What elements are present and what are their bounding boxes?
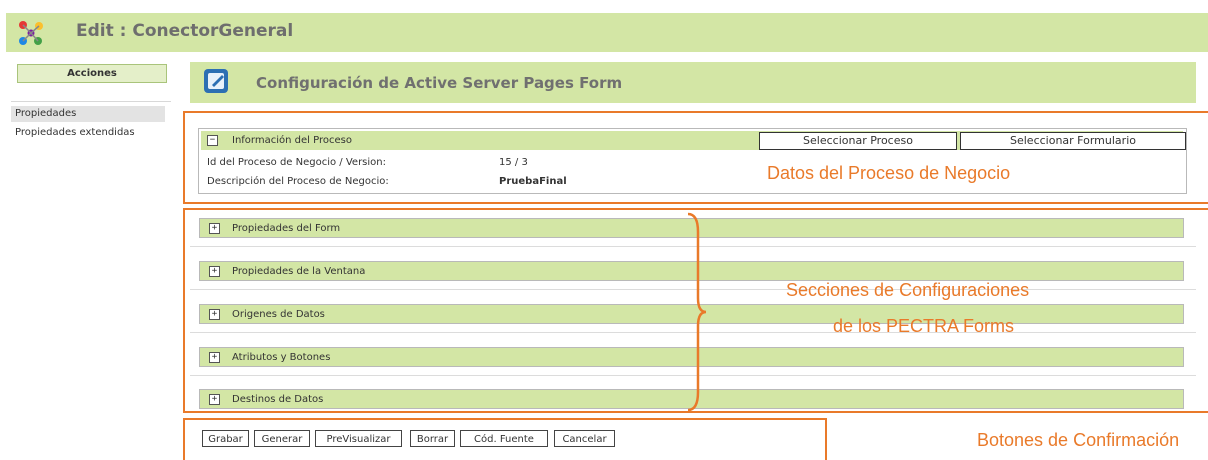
annotation-botones: Botones de Confirmación xyxy=(977,430,1180,450)
page-header: Configuración de Active Server Pages For… xyxy=(190,62,1196,103)
brace-icon xyxy=(687,212,707,412)
section-label: Propiedades de la Ventana xyxy=(232,266,366,277)
page-title: Configuración de Active Server Pages For… xyxy=(256,74,623,92)
grabar-button[interactable]: Grabar xyxy=(202,430,249,447)
sidebar-item-propiedades[interactable]: Propiedades xyxy=(11,106,165,122)
title-bar: Edit : ConectorGeneral xyxy=(6,13,1208,52)
process-info-bar: − Información del Proceso Seleccionar Pr… xyxy=(201,131,1186,150)
section-label: Propiedades del Form xyxy=(232,223,341,234)
annotation-secciones-2: de los PECTRA Forms xyxy=(833,316,1015,336)
expand-icon[interactable]: + xyxy=(209,352,220,363)
process-info-panel: − Información del Proceso Seleccionar Pr… xyxy=(198,128,1187,194)
process-id-label: Id del Proceso de Negocio / Version: xyxy=(207,157,386,168)
expand-icon[interactable]: + xyxy=(209,266,220,277)
cancelar-button[interactable]: Cancelar xyxy=(554,430,615,447)
select-process-button[interactable]: Seleccionar Proceso xyxy=(759,132,957,150)
section-label: Destinos de Datos xyxy=(232,394,324,405)
expand-icon[interactable]: + xyxy=(209,394,220,405)
section-label: Atributos y Botones xyxy=(232,352,331,363)
process-info-label: Información del Proceso xyxy=(232,135,352,146)
window-title: Edit : ConectorGeneral xyxy=(76,21,294,41)
sidebar-divider xyxy=(11,101,171,102)
collapse-icon[interactable]: − xyxy=(207,135,218,146)
section-label: Origenes de Datos xyxy=(232,309,325,320)
expand-icon[interactable]: + xyxy=(209,223,220,234)
edit-form-icon xyxy=(204,69,228,93)
actions-header: Acciones xyxy=(17,64,167,83)
select-form-button[interactable]: Seleccionar Formulario xyxy=(960,132,1186,150)
expand-icon[interactable]: + xyxy=(209,309,220,320)
process-id-value: 15 / 3 xyxy=(499,157,528,168)
generar-button[interactable]: Generar xyxy=(254,430,310,447)
annotation-datos: Datos del Proceso de Negocio xyxy=(767,163,1011,183)
sidebar-item-propiedades-extendidas[interactable]: Propiedades extendidas xyxy=(11,125,165,141)
borrar-button[interactable]: Borrar xyxy=(410,430,455,447)
annotation-secciones-1: Secciones de Configuraciones xyxy=(786,280,1030,300)
app-logo-icon xyxy=(19,21,43,45)
previsualizar-button[interactable]: PreVisualizar xyxy=(315,430,402,447)
cod-fuente-button[interactable]: Cód. Fuente xyxy=(460,430,548,447)
process-desc-value: PruebaFinal xyxy=(499,176,567,187)
process-desc-label: Descripción del Proceso de Negocio: xyxy=(207,176,389,187)
